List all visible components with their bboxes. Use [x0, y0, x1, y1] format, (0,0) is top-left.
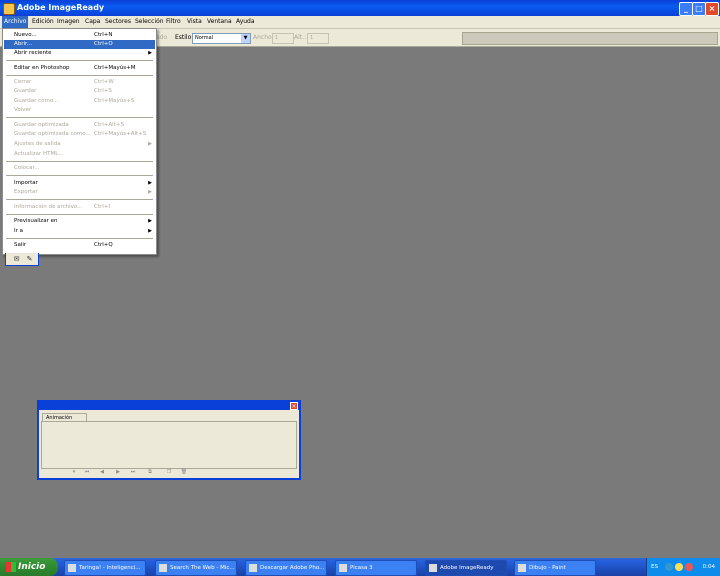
- menu-separator: [6, 175, 153, 176]
- imageready-app-icon: [3, 3, 15, 15]
- menu-item-ajustes-salida: Ajustes de salida ▶: [14, 141, 152, 147]
- menu-imagen[interactable]: Imagen: [55, 16, 82, 28]
- menu-ayuda[interactable]: Ayuda: [234, 16, 257, 28]
- edit-pen-icon[interactable]: ✎: [24, 255, 35, 264]
- menu-item-colocar: Colocar...: [14, 165, 40, 171]
- menu-item-guardar-optimizada-como: Guardar optimizada como... Ctrl+Mayús+Alt…: [14, 131, 147, 137]
- prev-frame-icon[interactable]: ◀: [97, 468, 107, 476]
- menu-item-volver: Volver: [14, 107, 32, 113]
- language-indicator[interactable]: ES: [651, 558, 658, 576]
- menu-item-guardar-como: Guardar como... Ctrl+Mayús+S: [14, 98, 135, 104]
- browser-icon: [249, 564, 257, 572]
- chevron-down-icon[interactable]: ▼: [241, 34, 250, 43]
- window-titlebar[interactable]: Adobe ImageReady _ □ ×: [0, 0, 720, 16]
- menu-item-guardar: Guardar Ctrl+S: [14, 88, 112, 94]
- style-label: Estilo:: [175, 34, 194, 41]
- menu-separator: [6, 238, 153, 239]
- browser-icon: [159, 564, 167, 572]
- menu-vista[interactable]: Vista: [185, 16, 204, 28]
- start-button[interactable]: Inicio: [0, 558, 58, 576]
- menu-item-nuevo[interactable]: Nuevo... Ctrl+N: [4, 31, 155, 40]
- submenu-arrow-icon: ▶: [148, 180, 152, 186]
- maximize-button[interactable]: □: [692, 2, 706, 16]
- menu-item-guardar-optimizada: Guardar optimizada Ctrl+Alt+S: [14, 122, 124, 128]
- menu-separator: [6, 199, 153, 200]
- first-frame-icon[interactable]: ⏮: [82, 468, 92, 476]
- submenu-arrow-icon: ▶: [148, 141, 152, 147]
- taskbar-item-picasa[interactable]: Picasa 3: [335, 560, 417, 576]
- menu-item-editar-photoshop[interactable]: Editar en Photoshop Ctrl+Mayús+M: [4, 64, 155, 73]
- animation-controls: ▾ ⏮ ◀ ▶ ⏭ ⧉ ❐ 🗑: [41, 468, 295, 476]
- menu-separator: [6, 75, 153, 76]
- close-button[interactable]: ×: [705, 2, 719, 16]
- menu-item-informacion-archivo: Información de archivo... Ctrl+I: [14, 204, 111, 210]
- system-tray: ES 0:04: [646, 558, 720, 576]
- menu-item-exportar: Exportar ▶: [14, 189, 152, 195]
- close-icon[interactable]: ×: [290, 402, 298, 410]
- height-field[interactable]: 1: [307, 33, 329, 44]
- paint-icon: [518, 564, 526, 572]
- submenu-arrow-icon: ▶: [148, 228, 152, 234]
- palette-well[interactable]: [462, 32, 718, 45]
- loop-dropdown-icon[interactable]: ▾: [69, 468, 79, 476]
- taskbar-item-imageready[interactable]: Adobe ImageReady: [425, 560, 507, 576]
- submenu-arrow-icon: ▶: [148, 189, 152, 195]
- width-field[interactable]: 1: [272, 33, 294, 44]
- taskbar-item-taringa[interactable]: Taringa! - Inteligenci...: [64, 560, 146, 576]
- browser-icon: [68, 564, 76, 572]
- duplicate-frame-icon[interactable]: ❐: [164, 468, 174, 476]
- menu-item-cerrar: Cerrar Ctrl+W: [14, 79, 114, 85]
- animation-frames-area[interactable]: [41, 421, 297, 469]
- clock[interactable]: 0:04: [703, 558, 715, 576]
- menu-filtro[interactable]: Filtro: [164, 16, 183, 28]
- imageready-icon: [429, 564, 437, 572]
- submenu-arrow-icon: ▶: [148, 218, 152, 224]
- menu-separator: [6, 60, 153, 61]
- menu-item-importar[interactable]: Importar ▶: [4, 179, 155, 188]
- taskbar-item-descargar[interactable]: Descargar Adobe Pho...: [245, 560, 327, 576]
- taskbar: Inicio Taringa! - Inteligenci... Search …: [0, 558, 720, 576]
- width-value: 1: [275, 35, 279, 41]
- height-label: Alt.:: [294, 34, 307, 41]
- picasa-icon: [339, 564, 347, 572]
- menu-separator: [6, 161, 153, 162]
- delete-frame-icon[interactable]: 🗑: [179, 468, 189, 476]
- tray-app-icon[interactable]: [675, 563, 683, 571]
- menu-archivo[interactable]: Archivo: [2, 16, 29, 28]
- tween-icon[interactable]: ⧉: [145, 468, 155, 476]
- jump-to-photoshop-icon[interactable]: ✉: [11, 255, 22, 264]
- animation-panel-header[interactable]: ×: [39, 402, 299, 410]
- menu-item-previsualizar-en[interactable]: Previsualizar en ▶: [4, 217, 155, 226]
- menu-item-actualizar-html: Actualizar HTML...: [14, 151, 64, 157]
- width-label: Ancho:: [253, 34, 274, 41]
- taskbar-item-search-web[interactable]: Search The Web - Mic...: [155, 560, 237, 576]
- windows-flag-icon: [6, 562, 16, 572]
- toolbox-bottom: ✉ ✎: [5, 253, 39, 266]
- menu-edicion[interactable]: Edición: [30, 16, 56, 28]
- window-title: Adobe ImageReady: [17, 3, 105, 12]
- animation-panel: × Animación ▾ ⏮ ◀ ▶ ⏭ ⧉ ❐ 🗑: [37, 400, 301, 480]
- submenu-arrow-icon: ▶: [148, 50, 152, 56]
- tray-app-icon[interactable]: [665, 563, 673, 571]
- menu-separator: [6, 214, 153, 215]
- menu-item-abrir[interactable]: Abrir... Ctrl+O: [4, 40, 155, 49]
- minimize-button[interactable]: _: [679, 2, 693, 16]
- file-menu: Nuevo... Ctrl+N Abrir... Ctrl+O Abrir reci…: [2, 28, 157, 255]
- taskbar-item-paint[interactable]: Dibujo - Paint: [514, 560, 596, 576]
- menu-seleccion[interactable]: Selección: [133, 16, 166, 28]
- menu-item-abrir-reciente[interactable]: Abrir reciente ▶: [4, 49, 155, 58]
- menu-ventana[interactable]: Ventana: [205, 16, 234, 28]
- options-partial-label: ado: [156, 34, 168, 41]
- play-icon[interactable]: ▶: [113, 468, 123, 476]
- next-frame-icon[interactable]: ⏭: [128, 468, 138, 476]
- style-select[interactable]: Normal ▼: [192, 33, 251, 44]
- menu-sectores[interactable]: Sectores: [103, 16, 133, 28]
- height-value: 1: [310, 35, 314, 41]
- menu-separator: [6, 117, 153, 118]
- menu-capa[interactable]: Capa: [83, 16, 102, 28]
- style-select-value: Normal: [195, 35, 214, 41]
- menu-item-ir-a[interactable]: Ir a ▶: [4, 227, 155, 236]
- menu-item-salir[interactable]: Salir Ctrl+Q: [4, 241, 155, 250]
- tray-app-icon[interactable]: [685, 563, 693, 571]
